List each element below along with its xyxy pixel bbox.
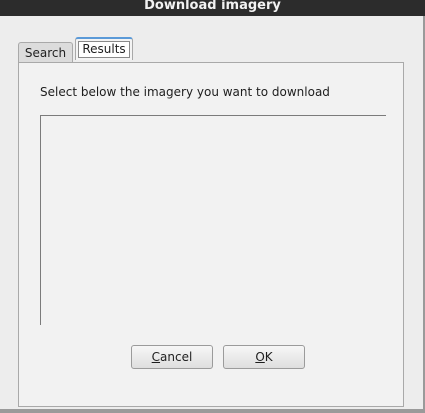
ok-mnemonic: O <box>255 350 265 364</box>
tab-results[interactable]: Results <box>75 37 133 60</box>
instructions-label: Select below the imagery you want to dow… <box>40 85 330 99</box>
cancel-button[interactable]: Cancel <box>131 345 213 369</box>
ok-button[interactable]: OK <box>223 345 305 369</box>
imagery-results-list[interactable] <box>40 115 386 325</box>
window-title: Download imagery <box>0 0 425 16</box>
ok-label-rest: K <box>264 350 273 364</box>
cancel-label-rest: ancel <box>160 350 193 364</box>
tab-search[interactable]: Search <box>18 42 73 62</box>
tab-results-label: Results <box>78 41 130 58</box>
cancel-mnemonic: C <box>151 350 161 364</box>
results-panel: Select below the imagery you want to dow… <box>18 62 404 407</box>
download-imagery-dialog: Search Results Select below the imagery … <box>0 16 425 413</box>
